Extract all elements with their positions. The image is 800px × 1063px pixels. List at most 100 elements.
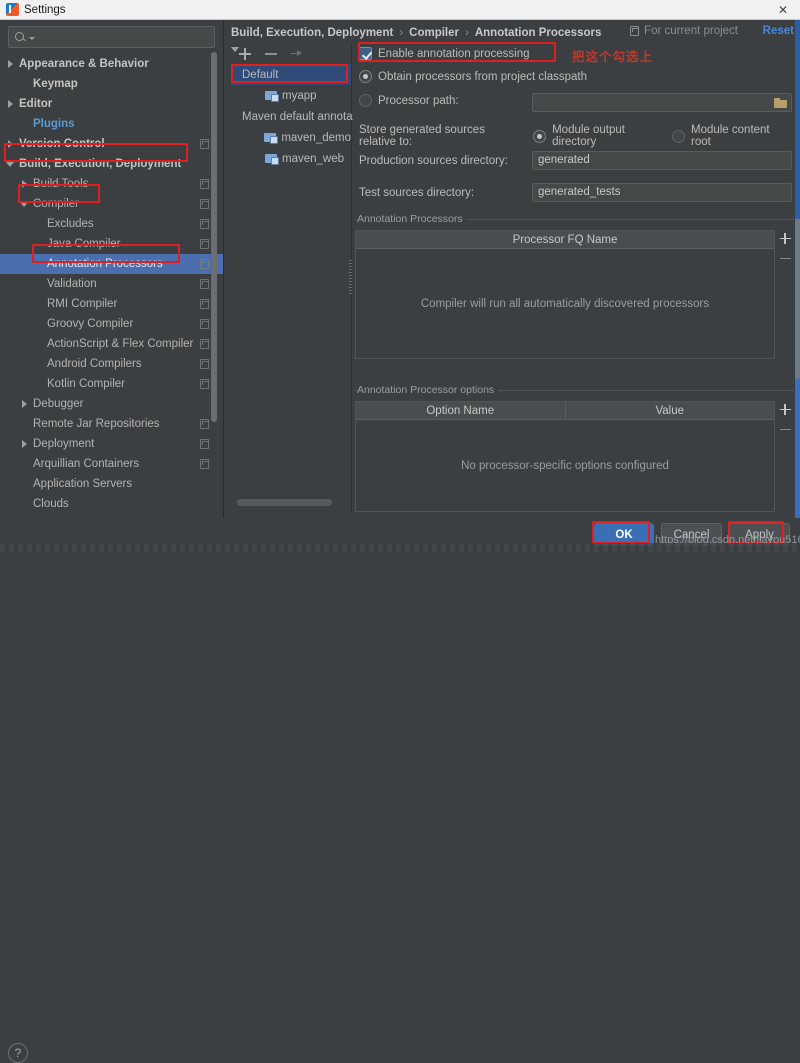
module-output-directory-option[interactable]: Module output directory [533, 124, 660, 148]
settings-dialog: Settings ✕ Appearance & BehaviorKeymapEd… [0, 0, 800, 552]
tree-spacer [34, 299, 44, 309]
profile-node-myapp[interactable]: myapp [231, 85, 351, 106]
enable-annotation-processing-checkbox[interactable] [359, 47, 372, 60]
breadcrumb-item[interactable]: Compiler [409, 27, 459, 39]
test-sources-input[interactable]: generated_tests [532, 183, 792, 202]
sidebar-item-appearance-behavior[interactable]: Appearance & Behavior [0, 54, 223, 74]
remove-option-icon[interactable] [780, 424, 791, 435]
project-scope-icon [630, 26, 639, 36]
sidebar-scrollbar-thumb[interactable] [211, 52, 217, 422]
chevron-down-icon[interactable] [20, 199, 30, 209]
production-sources-label: Production sources directory: [359, 155, 508, 167]
profile-node-label: Default [242, 69, 278, 81]
options-table-actions [776, 401, 794, 457]
sidebar-item-build-tools[interactable]: Build Tools [0, 174, 223, 194]
sidebar-item-arquillian-containers[interactable]: Arquillian Containers [0, 454, 223, 474]
profile-node-label: maven_web [282, 153, 344, 165]
module-content-root-radio[interactable] [672, 130, 685, 143]
sidebar-item-groovy-compiler[interactable]: Groovy Compiler [0, 314, 223, 334]
add-processor-icon[interactable] [780, 233, 791, 244]
sidebar-item-annotation-processors[interactable]: Annotation Processors [0, 254, 223, 274]
sidebar-item-keymap[interactable]: Keymap [0, 74, 223, 94]
profile-node-label: Maven default annota [242, 111, 353, 123]
module-content-root-option[interactable]: Module content root [672, 124, 782, 148]
options-column-value[interactable]: Value [566, 405, 775, 417]
obtain-from-classpath-row[interactable]: Obtain processors from project classpath [359, 70, 587, 83]
sidebar-item-label: ActionScript & Flex Compiler [47, 338, 193, 350]
add-profile-icon[interactable] [239, 48, 251, 60]
close-icon[interactable]: ✕ [770, 0, 796, 19]
breadcrumb-item[interactable]: Annotation Processors [475, 27, 602, 39]
reset-link[interactable]: Reset [763, 25, 794, 37]
options-table-header: Option Name Value [356, 402, 774, 420]
sidebar-item-android-compilers[interactable]: Android Compilers [0, 354, 223, 374]
project-scope-icon [200, 139, 209, 149]
folder-icon[interactable] [774, 98, 787, 108]
chevron-right-icon[interactable] [6, 139, 16, 149]
sidebar-item-application-servers[interactable]: Application Servers [0, 474, 223, 494]
settings-content: Build, Execution, Deployment›Compiler›An… [225, 20, 800, 518]
sidebar-item-build-execution-deployment[interactable]: Build, Execution, Deployment [0, 154, 223, 174]
chevron-right-icon[interactable] [20, 179, 30, 189]
processor-path-radio[interactable] [359, 94, 372, 107]
sidebar-item-actionscript-flex-compiler[interactable]: ActionScript & Flex Compiler [0, 334, 223, 354]
chevron-right-icon[interactable] [6, 99, 16, 109]
processors-table: Processor FQ Name Compiler will run all … [355, 230, 775, 359]
options-column-name[interactable]: Option Name [356, 405, 565, 417]
remove-profile-icon[interactable] [265, 48, 277, 60]
sidebar-item-kotlin-compiler[interactable]: Kotlin Compiler [0, 374, 223, 394]
profile-node-maven-web[interactable]: maven_web [231, 148, 351, 169]
chevron-right-icon[interactable] [20, 399, 30, 409]
sidebar-item-rmi-compiler[interactable]: RMI Compiler [0, 294, 223, 314]
move-to-profile-icon[interactable] [291, 48, 303, 60]
module-output-directory-radio[interactable] [533, 130, 546, 143]
processor-path-row[interactable]: Processor path: [359, 94, 459, 107]
sidebar-item-validation[interactable]: Validation [0, 274, 223, 294]
search-input[interactable] [35, 31, 209, 43]
settings-tree: Appearance & BehaviorKeymapEditorPlugins… [0, 54, 223, 520]
sidebar-item-label: Build Tools [33, 178, 88, 190]
sidebar-item-debugger[interactable]: Debugger [0, 394, 223, 414]
breadcrumb: Build, Execution, Deployment›Compiler›An… [231, 24, 601, 42]
sidebar-item-plugins[interactable]: Plugins [0, 114, 223, 134]
chevron-right-icon[interactable] [6, 59, 16, 69]
sidebar-item-clouds[interactable]: Clouds [0, 494, 223, 514]
search-box[interactable] [8, 26, 215, 48]
sidebar-item-remote-jar-repositories[interactable]: Remote Jar Repositories [0, 414, 223, 434]
for-current-project-indicator: For current project [630, 25, 738, 37]
help-button[interactable]: ? [8, 1043, 28, 1063]
obtain-from-classpath-radio[interactable] [359, 70, 372, 83]
sidebar-item-label: Clouds [33, 498, 69, 510]
remove-processor-icon[interactable] [780, 253, 791, 264]
breadcrumb-item[interactable]: Build, Execution, Deployment [231, 27, 393, 39]
sidebar-item-label: RMI Compiler [47, 298, 117, 310]
production-sources-input[interactable]: generated [532, 151, 792, 170]
sidebar-item-deployment[interactable]: Deployment [0, 434, 223, 454]
tree-spacer [34, 219, 44, 229]
sidebar-item-java-compiler[interactable]: Java Compiler [0, 234, 223, 254]
enable-annotation-processing-row[interactable]: Enable annotation processing [359, 47, 530, 60]
processors-column-fqname[interactable]: Processor FQ Name [356, 234, 774, 246]
sidebar-item-compiler[interactable]: Compiler [0, 194, 223, 214]
profile-node-default[interactable]: Default [231, 64, 351, 85]
add-option-icon[interactable] [780, 404, 791, 415]
profile-node-maven-demo[interactable]: maven_demo [231, 127, 351, 148]
annotation-processor-form: Enable annotation processing Obtain proc… [355, 44, 794, 512]
chevron-right-icon[interactable] [20, 439, 30, 449]
processor-path-input[interactable] [532, 93, 792, 112]
sidebar-item-version-control[interactable]: Version Control [0, 134, 223, 154]
tree-spacer [34, 359, 44, 369]
breadcrumb-separator: › [399, 27, 403, 39]
module-output-directory-label: Module output directory [552, 124, 660, 148]
intellij-idea-icon [6, 3, 19, 16]
search-icon [14, 31, 27, 44]
sidebar-item-excludes[interactable]: Excludes [0, 214, 223, 234]
module-content-root-label: Module content root [691, 124, 782, 148]
profile-node-maven-default-annota[interactable]: Maven default annota [231, 106, 351, 127]
profiles-hscrollbar-thumb[interactable] [237, 499, 332, 506]
sidebar-item-editor[interactable]: Editor [0, 94, 223, 114]
chevron-down-icon[interactable] [6, 159, 16, 169]
taskbar-strip [0, 543, 800, 552]
module-icon [265, 153, 278, 164]
panel-splitter[interactable] [349, 260, 352, 294]
